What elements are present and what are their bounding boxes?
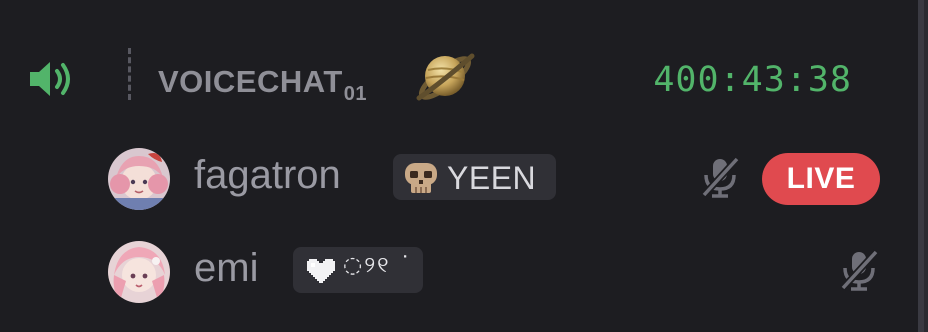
speaker-volume-icon	[30, 62, 70, 96]
user-tag[interactable]: YEEN	[393, 154, 556, 200]
tag-label: YEEN	[447, 160, 537, 196]
user-tag[interactable]: ◌୨୧ ˙	[293, 247, 423, 293]
ringed-planet-icon	[416, 53, 475, 101]
anime-avatar-icon	[108, 241, 170, 303]
scrollbar[interactable]	[918, 0, 928, 332]
pixel-heart-icon	[307, 259, 335, 283]
user-avatar[interactable]	[108, 148, 170, 210]
channel-name: VOICECHAT01	[158, 64, 368, 105]
mic-muted-icon	[840, 249, 879, 291]
skull-icon	[405, 163, 437, 193]
anime-avatar-icon	[108, 148, 170, 210]
tag-decoration: ◌୨୧ ˙	[343, 253, 413, 278]
channel-separator	[128, 48, 131, 100]
username[interactable]: emi	[194, 246, 258, 291]
voice-user-row[interactable]: emi ◌୨୧ ˙	[0, 234, 900, 308]
username[interactable]: fagatron	[194, 153, 341, 198]
voice-channel-header[interactable]: VOICECHAT01 400:43:38	[0, 38, 900, 118]
voice-channel-panel: VOICECHAT01 400:43:38 fagatron YEEN LIVE…	[0, 0, 928, 332]
user-avatar[interactable]	[108, 241, 170, 303]
scrollbar-thumb[interactable]	[918, 0, 924, 332]
voice-user-row[interactable]: fagatron YEEN LIVE	[0, 141, 900, 215]
mic-muted-icon	[701, 156, 740, 198]
elapsed-timer: 400:43:38	[653, 60, 852, 100]
live-badge[interactable]: LIVE	[762, 153, 880, 205]
